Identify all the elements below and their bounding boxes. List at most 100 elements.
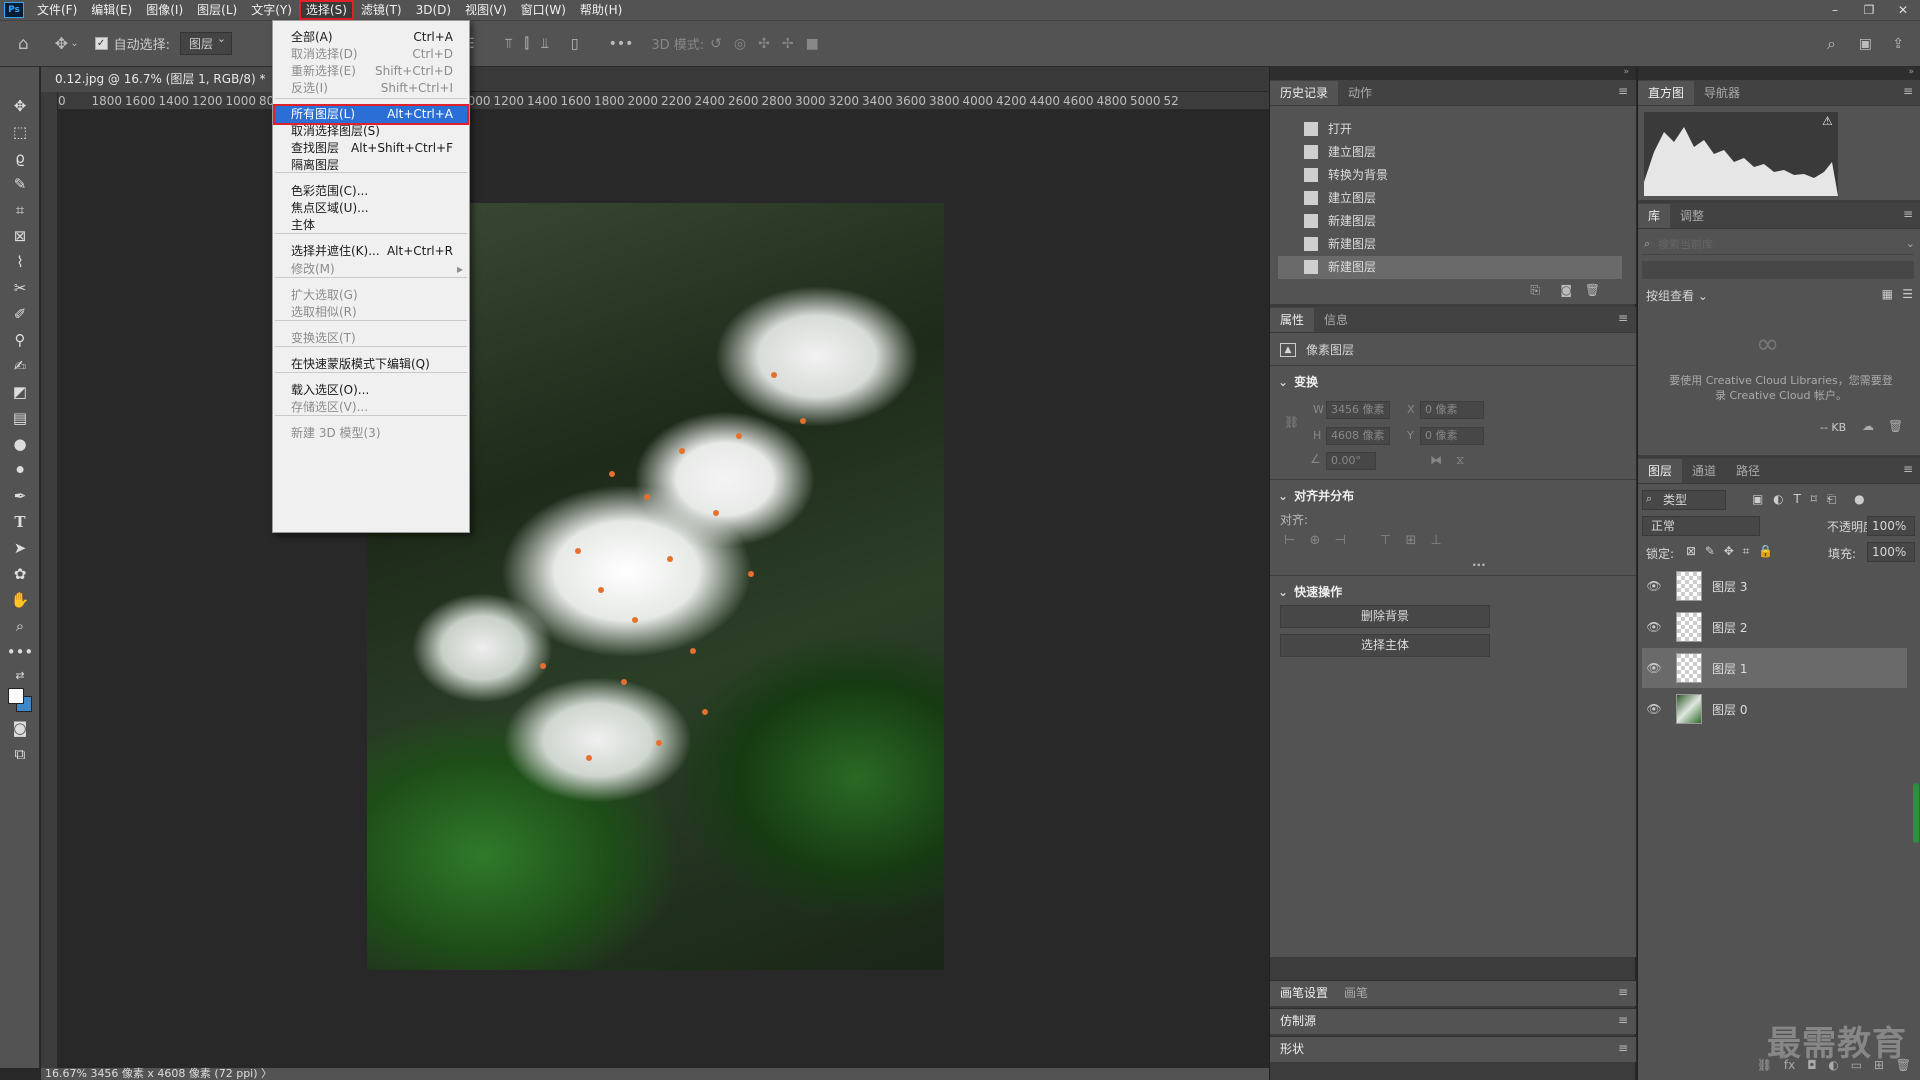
align-right-icon[interactable]: ⊣ (1335, 533, 1346, 548)
quick-actions-title[interactable]: ⌄ 快速操作 (1278, 583, 1342, 600)
tab-histogram[interactable]: 直方图 (1638, 81, 1695, 105)
3d-slide-icon[interactable]: ✢ (782, 36, 794, 52)
panel-menu-icon[interactable]: ≡ (1618, 1013, 1628, 1027)
chevron-down-icon[interactable]: ⌄ (1906, 237, 1915, 250)
close-button[interactable]: ✕ (1886, 0, 1920, 20)
more-align-button[interactable]: ... (1472, 555, 1486, 569)
opacity-field[interactable]: 100% (1867, 516, 1915, 536)
tab-info[interactable]: 信息 (1314, 308, 1358, 332)
align-top-icon[interactable]: ⊤ (1380, 533, 1391, 548)
align-left-icon[interactable]: ⊢ (1284, 533, 1295, 548)
lock-position-icon[interactable]: ✥ (1724, 544, 1734, 558)
image-filter-icon[interactable]: ▣ (1752, 492, 1763, 506)
lasso-tool-icon[interactable]: ϱ (0, 145, 40, 171)
marquee-tool-icon[interactable]: ⬚ (0, 119, 40, 145)
menu-filter[interactable]: 滤镜(T) (354, 0, 409, 20)
3d-roll-icon[interactable]: ◎ (734, 36, 746, 52)
history-item[interactable]: 新建图层 (1278, 210, 1622, 233)
fill-field[interactable]: 100% (1867, 542, 1915, 562)
tab-navigator[interactable]: 导航器 (1694, 81, 1750, 105)
snapshot-icon[interactable]: ◙ (1560, 283, 1572, 297)
angle-field[interactable]: 0.00° (1326, 452, 1376, 470)
align-section-title[interactable]: ⌄ 对齐并分布 (1278, 487, 1354, 504)
minimize-button[interactable]: – (1818, 0, 1852, 20)
menu-image[interactable]: 图像(I) (139, 0, 190, 20)
flip-horizontal-icon[interactable]: ⧓ (1430, 453, 1442, 467)
menu-item-new-3d-model[interactable]: 新建 3D 模型(3) (273, 423, 469, 444)
document-tab[interactable]: 0.12.jpg @ 16.7% (图层 1, RGB/8) * × (41, 67, 302, 92)
history-brush-tool-icon[interactable]: ✍ (0, 353, 40, 379)
chevron-down-icon[interactable]: ⌄ (70, 38, 78, 49)
more-tools-icon[interactable]: ••• (0, 639, 40, 665)
history-item[interactable]: 建立图层 (1278, 141, 1622, 164)
share-icon[interactable]: ⇪ (1892, 36, 1904, 52)
layer-filter-dropdown[interactable]: 类型 (1642, 490, 1726, 510)
restore-button[interactable]: ❐ (1852, 0, 1886, 20)
menu-select[interactable]: 选择(S) (298, 0, 354, 20)
hand-tool-icon[interactable]: ✋ (0, 587, 40, 613)
align-middle-icon[interactable]: ⫿ (524, 36, 528, 52)
library-search-input[interactable]: 搜索当前库 (1642, 235, 1914, 255)
layer-row[interactable]: 👁 图层 1 (1642, 648, 1907, 688)
lock-artboard-icon[interactable]: ⌗ (1743, 544, 1750, 558)
move-tool-icon[interactable]: ✥ (0, 93, 40, 119)
link-icon[interactable]: ⛓ (1284, 415, 1299, 429)
swap-colors-icon[interactable]: ⇄ (0, 665, 40, 685)
panel-menu-icon[interactable]: ≡ (1903, 462, 1913, 476)
panel-menu-icon[interactable]: ≡ (1618, 311, 1628, 325)
height-field[interactable]: 4608 像素 (1326, 427, 1390, 445)
align-bottom-icon[interactable]: ⊥ (1431, 533, 1442, 548)
shape-tool-icon[interactable]: ✿ (0, 561, 40, 587)
visibility-eye-icon[interactable]: 👁 (1642, 620, 1666, 634)
grid-view-icon[interactable]: ▦ (1882, 287, 1893, 301)
type-tool-icon[interactable]: T (0, 509, 40, 535)
frame-tool-icon[interactable]: ⊠ (0, 223, 40, 249)
new-document-icon[interactable]: ⎘ (1530, 283, 1540, 298)
y-field[interactable]: 0 像素 (1420, 427, 1484, 445)
library-select[interactable] (1642, 261, 1914, 279)
workspace-icon[interactable]: ▣ (1859, 36, 1872, 52)
pen-tool-icon[interactable]: ✒ (0, 483, 40, 509)
cloud-icon[interactable]: ☁ (1862, 419, 1874, 433)
more-options-icon[interactable]: ••• (609, 36, 634, 52)
history-item[interactable]: 打开 (1278, 118, 1622, 141)
menu-window[interactable]: 窗口(W) (514, 0, 573, 20)
tab-layers[interactable]: 图层 (1638, 459, 1683, 483)
quick-mask-icon[interactable]: ◙ (0, 715, 40, 741)
width-field[interactable]: 3456 像素 (1326, 401, 1390, 419)
tab-clone-source[interactable]: 仿制源 (1270, 1009, 1327, 1033)
panel-menu-icon[interactable]: ≡ (1903, 207, 1913, 221)
auto-select-checkbox[interactable]: ✓ (94, 37, 108, 50)
menu-type[interactable]: 文字(Y) (244, 0, 299, 20)
healing-tool-icon[interactable]: ✂ (0, 275, 40, 301)
3d-pan-icon[interactable]: ✣ (758, 36, 770, 52)
eyedropper-tool-icon[interactable]: ⌇ (0, 249, 40, 275)
visibility-eye-icon[interactable]: 👁 (1642, 702, 1666, 716)
tab-properties[interactable]: 属性 (1270, 308, 1315, 332)
type-filter-icon[interactable]: T (1793, 492, 1800, 506)
align-bottom-icon[interactable]: ⫫ (541, 36, 549, 52)
remove-background-button[interactable]: 删除背景 (1280, 605, 1490, 628)
collapse-icon[interactable]: » (1270, 67, 1635, 80)
collapse-icon[interactable]: » (1638, 67, 1920, 80)
stamp-tool-icon[interactable]: ⚲ (0, 327, 40, 353)
quick-select-tool-icon[interactable]: ✎ (0, 171, 40, 197)
distribute-icon[interactable]: ▯ (571, 36, 579, 52)
crop-tool-icon[interactable]: ⌗ (0, 197, 40, 223)
history-item[interactable]: 转换为背景 (1278, 164, 1622, 187)
menu-3d[interactable]: 3D(D) (409, 0, 458, 20)
menu-layer[interactable]: 图层(L) (190, 0, 244, 20)
warning-icon[interactable]: ⚠ (1822, 114, 1833, 128)
adjustment-filter-icon[interactable]: ◐ (1773, 492, 1783, 506)
color-swatches[interactable] (0, 685, 40, 715)
3d-camera-icon[interactable]: ■ (806, 36, 819, 52)
flip-vertical-icon[interactable]: ⧖ (1456, 453, 1464, 468)
3d-rotate-icon[interactable]: ↺ (710, 36, 722, 52)
tab-brush[interactable]: 画笔 (1334, 981, 1378, 1005)
tab-actions[interactable]: 动作 (1338, 81, 1382, 105)
panel-menu-icon[interactable]: ≡ (1618, 84, 1628, 98)
layer-row[interactable]: 👁 图层 3 (1642, 566, 1907, 606)
home-icon[interactable]: ⌂ (18, 34, 29, 54)
panel-menu-icon[interactable]: ≡ (1618, 985, 1628, 999)
panel-menu-icon[interactable]: ≡ (1618, 1041, 1628, 1055)
